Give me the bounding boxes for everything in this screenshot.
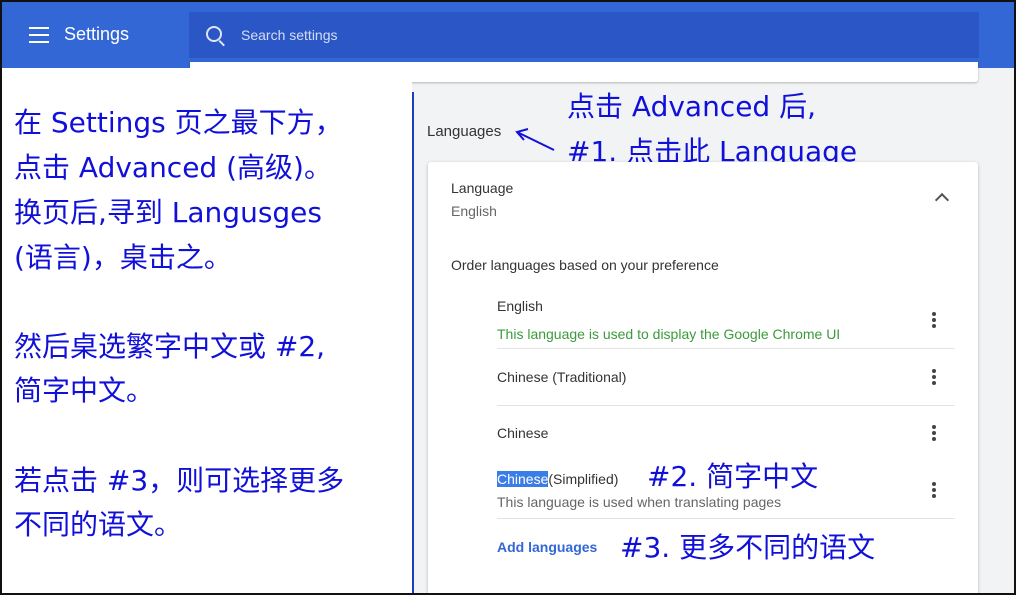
page-title: Settings [64,24,130,44]
more-options-icon[interactable] [932,369,936,385]
search-bar[interactable] [189,12,979,58]
annotation-text: 简字中文。 [14,374,155,407]
annotation-text: 不同的语文。 [14,508,183,541]
annotation-text: 换页后,寻到 Langusges [14,196,323,229]
arrow-icon [515,128,555,151]
search-icon [206,26,222,42]
row-divider [497,405,955,406]
row-divider [497,348,955,349]
annotation-text: 点击 Advanced (高级)。 [14,151,332,184]
more-options-icon[interactable] [932,425,936,441]
annotation-text: (语言)，桌击之。 [14,241,232,274]
annotation-text: 在 Settings 页之最下方， [14,106,343,139]
hamburger-menu-icon[interactable] [29,27,49,43]
language-item-chinese: Chinese [497,425,549,441]
language-item-chinese-simplified: Chinese(Simplified) [497,471,618,487]
language-item-english: English [497,298,543,314]
language-item-suffix: (Simplified) [548,471,619,487]
row-divider [497,518,955,519]
languages-section-title[interactable]: Languages [427,123,501,140]
annotation-text: 若点击 #3，则可选择更多 [14,464,345,497]
annotation-divider [412,92,414,593]
order-languages-text: Order languages based on your preference [451,257,719,273]
language-item-chinese-traditional: Chinese (Traditional) [497,369,627,385]
step1-annotation: 点击 Advanced 后, [567,90,817,123]
language-value: English [451,203,497,219]
selected-text-highlight: Chinese [497,471,549,487]
more-options-icon[interactable] [932,312,936,328]
screenshot-frame: Settings 在 Settings 页之最下方， 点击 Advanced (… [0,0,1016,595]
language-item-note: This language is used to display the Goo… [497,326,841,342]
language-label: Language [451,180,514,196]
search-input[interactable] [241,22,941,48]
more-options-icon[interactable] [932,482,936,498]
annotation-text: 然后桌选繁字中文或 #2, [14,330,326,363]
top-bar: Settings [2,2,1014,68]
step3-annotation: #3. 更多不同的语文 [620,531,876,564]
step2-annotation: #2. 简字中文 [647,460,819,493]
add-languages-link[interactable]: Add languages [497,539,597,555]
chevron-up-icon[interactable] [934,192,950,208]
